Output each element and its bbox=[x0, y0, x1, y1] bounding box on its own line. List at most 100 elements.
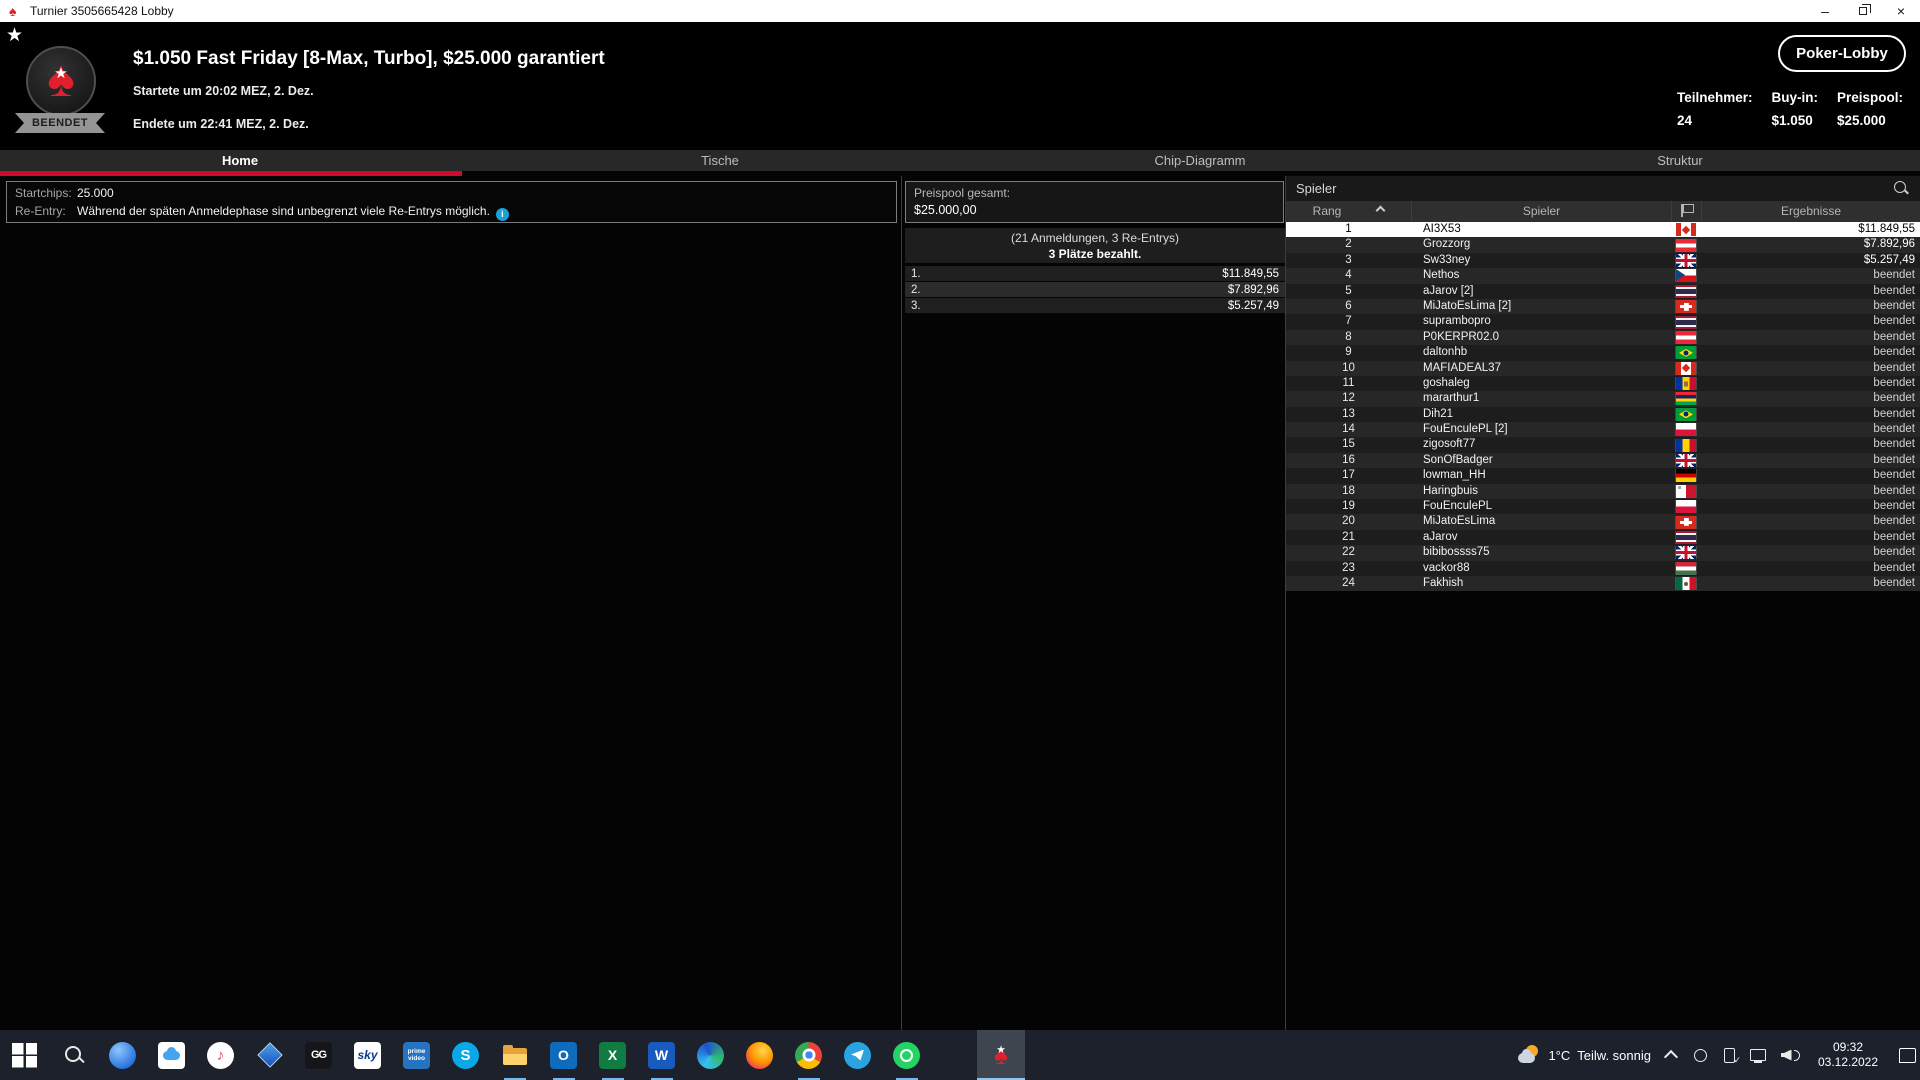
taskbar-pokerstars-icon[interactable]: ♠★ bbox=[977, 1030, 1025, 1080]
player-flag-cell bbox=[1671, 562, 1701, 575]
taskbar-edge-icon[interactable] bbox=[686, 1030, 735, 1080]
player-name: FouEnculePL bbox=[1411, 499, 1671, 514]
player-row-18[interactable]: 18Haringbuisbeendet bbox=[1286, 484, 1920, 499]
player-row-16[interactable]: 16SonOfBadgerbeendet bbox=[1286, 453, 1920, 468]
taskbar-icloud-icon[interactable] bbox=[147, 1030, 196, 1080]
weather-widget[interactable]: 1°C Teilw. sonnig bbox=[1517, 1044, 1651, 1066]
status-badge: BEENDET bbox=[15, 113, 105, 133]
flag-pl-icon bbox=[1676, 423, 1696, 436]
player-name: Sw33ney bbox=[1411, 253, 1671, 268]
taskbar-file-explorer-icon[interactable] bbox=[490, 1030, 539, 1080]
search-icon[interactable] bbox=[1893, 180, 1910, 197]
network-icon[interactable] bbox=[1749, 1045, 1767, 1065]
player-row-24[interactable]: 24Fakhishbeendet bbox=[1286, 576, 1920, 591]
player-row-5[interactable]: 5aJarov [2]beendet bbox=[1286, 284, 1920, 299]
column-header-results[interactable]: Ergebnisse bbox=[1701, 201, 1920, 222]
volume-icon[interactable] bbox=[1778, 1045, 1802, 1065]
player-row-11[interactable]: 11goshalegbeendet bbox=[1286, 376, 1920, 391]
taskbar-firefox-icon[interactable] bbox=[735, 1030, 784, 1080]
player-rank: 14 bbox=[1286, 422, 1411, 437]
minimize-button[interactable]: – bbox=[1806, 0, 1844, 22]
player-name: Nethos bbox=[1411, 268, 1671, 283]
stat-value: 24 bbox=[1677, 113, 1753, 128]
player-row-15[interactable]: 15zigosoft77beendet bbox=[1286, 437, 1920, 452]
player-name: MAFIADEAL37 bbox=[1411, 361, 1671, 376]
stat-buyin: Buy-in:$1.050 bbox=[1771, 90, 1818, 128]
taskbar-blue-diamond-app-icon[interactable] bbox=[245, 1030, 294, 1080]
tray-expand-icon[interactable] bbox=[1662, 1045, 1680, 1065]
taskbar-word-icon[interactable]: W bbox=[637, 1030, 686, 1080]
poker-lobby-button[interactable]: Poker-Lobby bbox=[1778, 35, 1906, 72]
usb-eject-icon[interactable] bbox=[1720, 1045, 1738, 1065]
close-button[interactable]: × bbox=[1882, 0, 1920, 22]
taskbar-skype-icon[interactable]: S bbox=[441, 1030, 490, 1080]
player-row-1[interactable]: 1AI3X53$11.849,55 bbox=[1286, 222, 1920, 237]
payout-row: 1.$11.849,55 bbox=[905, 266, 1285, 282]
player-row-2[interactable]: 2Grozzorg$7.892,96 bbox=[1286, 237, 1920, 252]
flag-gb-icon bbox=[1676, 254, 1696, 267]
player-rank: 10 bbox=[1286, 361, 1411, 376]
player-result: beendet bbox=[1701, 422, 1920, 437]
player-row-12[interactable]: 12mararthur1beendet bbox=[1286, 391, 1920, 406]
player-flag-cell bbox=[1671, 469, 1701, 482]
player-row-14[interactable]: 14FouEnculePL [2] beendet bbox=[1286, 422, 1920, 437]
player-row-20[interactable]: 20MiJatoEsLimabeendet bbox=[1286, 514, 1920, 529]
taskbar-telegram-icon[interactable] bbox=[833, 1030, 882, 1080]
player-row-19[interactable]: 19FouEnculePLbeendet bbox=[1286, 499, 1920, 514]
favorite-star-icon[interactable]: ★ bbox=[6, 24, 23, 47]
stat-label: Teilnehmer: bbox=[1677, 90, 1753, 105]
weather-temperature: 1°C bbox=[1548, 1048, 1570, 1063]
taskbar: ♪ GGskyprimevideoSOXW ♠★ 1°C Teilw. sonnig… bbox=[0, 1030, 1920, 1080]
restore-button[interactable] bbox=[1844, 0, 1882, 22]
player-row-9[interactable]: 9daltonhbbeendet bbox=[1286, 345, 1920, 360]
player-result: $11.849,55 bbox=[1701, 222, 1920, 237]
stat-value: $1.050 bbox=[1771, 113, 1818, 128]
player-row-17[interactable]: 17lowman_HHbeendet bbox=[1286, 468, 1920, 483]
tray-app-ring-icon[interactable] bbox=[1691, 1045, 1709, 1065]
taskbar-chrome-icon[interactable] bbox=[784, 1030, 833, 1080]
info-icon[interactable]: i bbox=[496, 208, 509, 221]
player-name: suprambopro bbox=[1411, 314, 1671, 329]
column-header-rank[interactable]: Rang bbox=[1286, 201, 1411, 222]
player-name: FouEnculePL [2] bbox=[1411, 422, 1671, 437]
column-header-flag[interactable] bbox=[1671, 201, 1701, 222]
player-row-8[interactable]: 8P0KERPR02.0beendet bbox=[1286, 330, 1920, 345]
taskbar-sky-go-icon[interactable]: sky bbox=[343, 1030, 392, 1080]
player-row-23[interactable]: 23vackor88beendet bbox=[1286, 561, 1920, 576]
player-name: SonOfBadger bbox=[1411, 453, 1671, 468]
player-row-3[interactable]: 3Sw33ney$5.257,49 bbox=[1286, 253, 1920, 268]
flag-hu-icon bbox=[1676, 562, 1696, 575]
taskbar-ggpoker-icon[interactable]: GG bbox=[294, 1030, 343, 1080]
star-icon: ★ bbox=[54, 64, 67, 82]
flag-at-icon bbox=[1676, 331, 1696, 344]
payout-rank: 2. bbox=[911, 282, 921, 298]
player-row-4[interactable]: 4Nethosbeendet bbox=[1286, 268, 1920, 283]
taskbar-signal-icon[interactable] bbox=[98, 1030, 147, 1080]
tab-home[interactable]: Home bbox=[0, 150, 480, 171]
taskbar-search-icon[interactable] bbox=[49, 1030, 98, 1080]
taskbar-start-icon[interactable] bbox=[0, 1030, 49, 1080]
info-row-value: Während der späten Anmeldephase sind unb… bbox=[77, 202, 509, 221]
pokerstars-logo: ♠ ★ bbox=[26, 46, 96, 116]
player-row-13[interactable]: 13Dih21beendet bbox=[1286, 407, 1920, 422]
tab-tische[interactable]: Tische bbox=[480, 150, 960, 171]
flag-ca-icon bbox=[1676, 223, 1696, 236]
taskbar-outlook-icon[interactable]: O bbox=[539, 1030, 588, 1080]
player-row-10[interactable]: 10MAFIADEAL37beendet bbox=[1286, 361, 1920, 376]
player-name: Haringbuis bbox=[1411, 484, 1671, 499]
notification-center-icon[interactable] bbox=[1898, 1045, 1916, 1065]
player-row-7[interactable]: 7supramboprobeendet bbox=[1286, 314, 1920, 329]
tab-chip-diagramm[interactable]: Chip-Diagramm bbox=[960, 150, 1440, 171]
taskbar-itunes-icon[interactable]: ♪ bbox=[196, 1030, 245, 1080]
taskbar-excel-icon[interactable]: X bbox=[588, 1030, 637, 1080]
taskbar-prime-video-icon[interactable]: primevideo bbox=[392, 1030, 441, 1080]
flag-at-icon bbox=[1676, 239, 1696, 252]
player-row-6[interactable]: 6MiJatoEsLima [2]beendet bbox=[1286, 299, 1920, 314]
taskbar-whatsapp-icon[interactable] bbox=[882, 1030, 931, 1080]
player-row-21[interactable]: 21aJarovbeendet bbox=[1286, 530, 1920, 545]
clock[interactable]: 09:32 03.12.2022 bbox=[1813, 1040, 1883, 1070]
column-header-player[interactable]: Spieler bbox=[1411, 201, 1671, 222]
tab-struktur[interactable]: Struktur bbox=[1440, 150, 1920, 171]
player-row-22[interactable]: 22bibibossss75beendet bbox=[1286, 545, 1920, 560]
player-flag-cell bbox=[1671, 362, 1701, 375]
